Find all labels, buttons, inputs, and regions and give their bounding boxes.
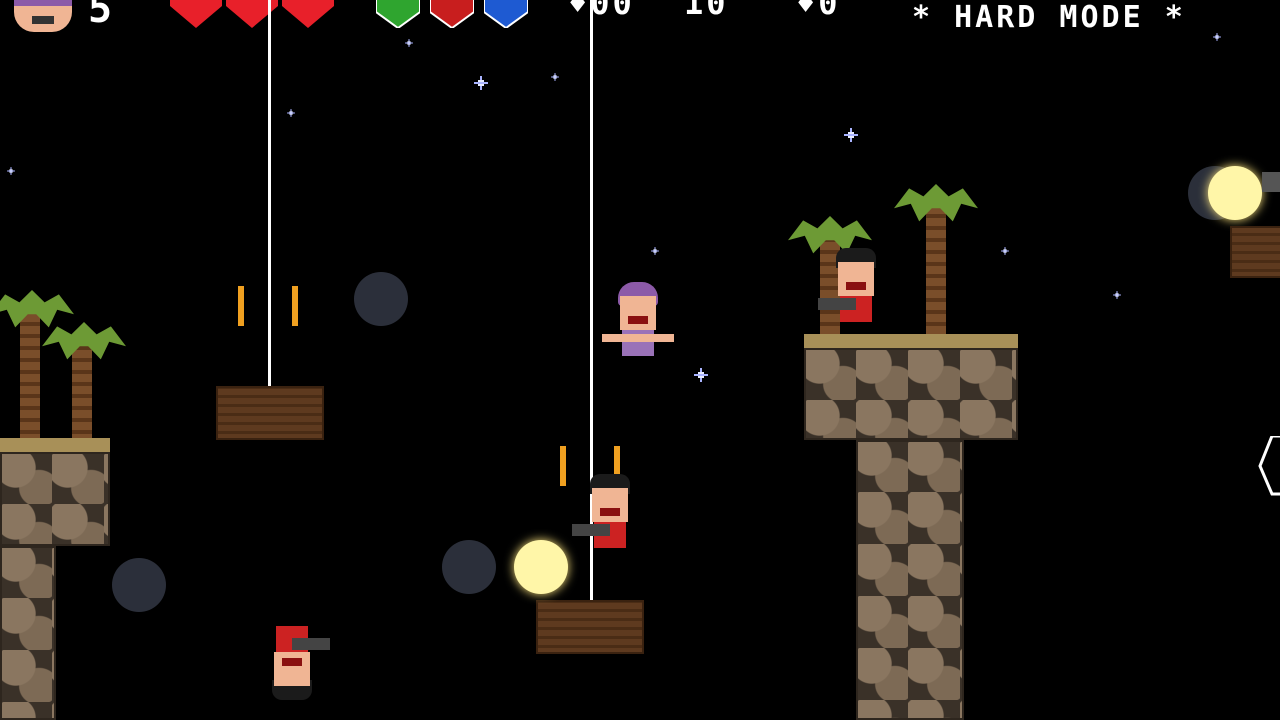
star (651, 247, 659, 255)
star (844, 128, 858, 142)
wooden-platform (1230, 226, 1280, 278)
star (551, 73, 559, 81)
hud: 5 ♦00 10 ♦0 * HARD MODE * (0, 0, 1280, 40)
bullet (560, 446, 566, 486)
star (287, 109, 295, 117)
wooden-platform (536, 600, 644, 654)
stat-2: 10 (684, 0, 729, 22)
game-scene: 5 ♦00 10 ♦0 * HARD MODE * (0, 0, 1280, 720)
heart-icon (282, 0, 334, 28)
bullet (238, 286, 244, 326)
bullet (292, 286, 298, 326)
player-character (602, 282, 674, 362)
pirate-gunner-enemy-falling (262, 620, 330, 700)
cannonball (442, 540, 496, 594)
stone-tower-top (804, 334, 1018, 440)
red-gem-icon (430, 0, 474, 28)
star (405, 39, 413, 47)
palm-tree (42, 322, 126, 442)
lives-count: 5 (88, 0, 116, 32)
stat-1: ♦00 (568, 0, 635, 22)
stone-ledge-left (0, 438, 110, 546)
pirate-gunner-enemy (818, 248, 886, 328)
pirate-gunner-enemy (572, 474, 640, 554)
rope (268, 0, 271, 388)
palm-tree (894, 184, 978, 334)
hard-mode-label: * HARD MODE * (912, 0, 1186, 35)
star (474, 76, 488, 90)
stat-3: ♦0 (796, 0, 841, 22)
player-face-icon (14, 0, 72, 32)
heart-icon (170, 0, 222, 28)
wooden-platform (216, 386, 324, 440)
star (7, 167, 15, 175)
muzzle-flash (514, 540, 568, 594)
green-gem-icon (376, 0, 420, 28)
stone-column-left (0, 546, 56, 720)
star (1113, 291, 1121, 299)
cannonball (112, 558, 166, 612)
cannon-enemy-offscreen (1262, 172, 1280, 192)
cannonball (354, 272, 408, 326)
stone-tower-column (856, 440, 964, 720)
muzzle-flash (1208, 166, 1262, 220)
blue-gem-icon (484, 0, 528, 28)
star (694, 368, 708, 382)
star (1001, 247, 1009, 255)
star (1213, 33, 1221, 41)
hexagon-marker-icon (1258, 436, 1280, 496)
